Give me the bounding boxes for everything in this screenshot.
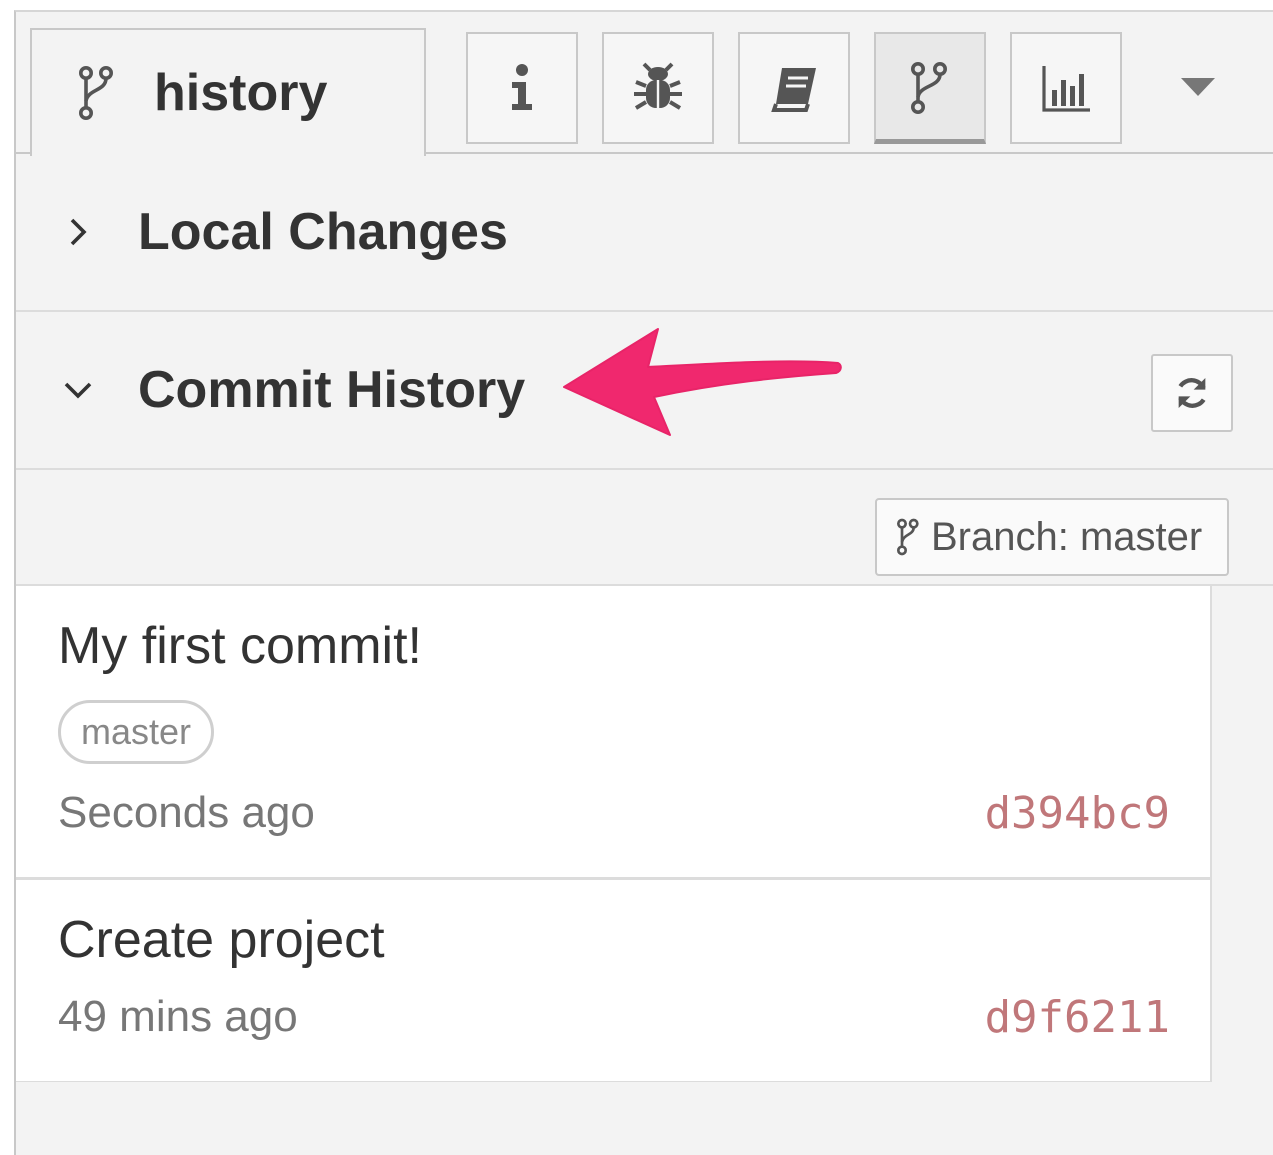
section-local-changes[interactable]: Local Changes — [16, 154, 1273, 312]
list-item[interactable]: My first commit! master Seconds ago d394… — [16, 586, 1210, 880]
sidebar-panel: history Local Changes Commit History Bra… — [14, 10, 1273, 1155]
bar-chart-icon — [1042, 66, 1090, 112]
dashboard-button[interactable] — [1010, 32, 1122, 144]
book-icon — [771, 68, 816, 112]
commit-sha: d394bc9 — [984, 788, 1170, 839]
annotation-arrow-icon — [563, 328, 842, 436]
commit-list-empty-area — [16, 1082, 1212, 1155]
list-item[interactable]: Create project 49 mins ago d9f6211 — [16, 880, 1210, 1084]
commit-time: Seconds ago — [58, 788, 315, 837]
help-button[interactable] — [738, 32, 850, 144]
commit-list: My first commit! master Seconds ago d394… — [16, 586, 1212, 1155]
debug-button[interactable] — [602, 32, 714, 144]
info-button[interactable] — [466, 32, 578, 144]
git-branch-icon — [79, 66, 113, 120]
chevron-down-icon[interactable] — [1181, 78, 1215, 96]
commit-sha: d9f6211 — [984, 992, 1170, 1043]
chevron-down-icon — [64, 382, 92, 399]
tab-history[interactable]: history — [30, 28, 426, 156]
section-title: Commit History — [138, 361, 526, 419]
commit-toolbar: Branch: master — [16, 470, 1273, 586]
git-branch-icon — [896, 518, 919, 556]
git-branch-icon — [911, 61, 947, 114]
chevron-right-icon — [70, 218, 87, 246]
tab-bar: history — [16, 12, 1273, 156]
branch-tag: master — [58, 700, 215, 764]
branch-button-label: Branch: master — [931, 514, 1203, 559]
refresh-icon — [1178, 378, 1206, 408]
bug-icon — [634, 62, 682, 110]
section-title: Local Changes — [138, 203, 508, 261]
commit-message: My first commit! — [58, 617, 422, 675]
branch-button[interactable]: Branch: master — [875, 498, 1229, 576]
tab-history-label: history — [154, 64, 328, 122]
refresh-button[interactable] — [1151, 354, 1233, 432]
commit-time: 49 mins ago — [58, 992, 298, 1041]
info-icon — [512, 64, 532, 110]
commit-message: Create project — [58, 911, 385, 969]
history-button[interactable] — [874, 32, 986, 144]
